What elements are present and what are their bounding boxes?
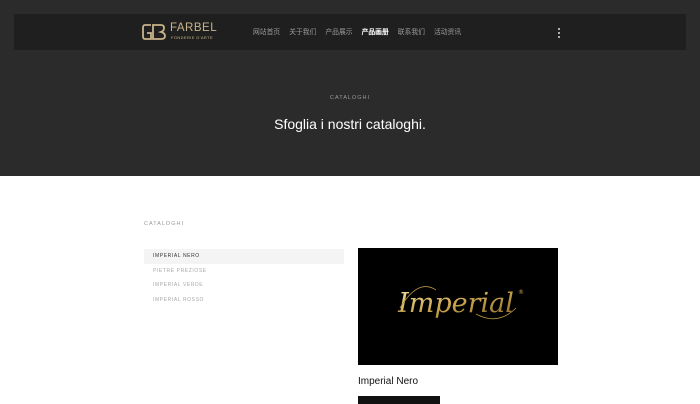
catalog-cover-art: Imperial ® [397, 286, 524, 320]
nav-item-about[interactable]: 关于我们 [289, 28, 316, 38]
catalog-tab-imperial-nero[interactable]: IMPERIAL NERO [144, 249, 344, 264]
brand-tagline: FONDERIE D'ARTE [171, 35, 214, 40]
kebab-menu-icon[interactable] [556, 27, 562, 39]
catalog-title: Imperial Nero [358, 376, 419, 387]
nav-item-contact[interactable]: 联系我们 [398, 28, 425, 38]
main-nav: 网站首页 关于我们 产品展示 产品画册 联系我们 活动资讯 [253, 28, 461, 38]
brand-name: FARBEL [170, 22, 218, 34]
catalog-open-button[interactable] [358, 396, 440, 404]
catalog-cover-image[interactable]: Imperial ® [358, 248, 558, 365]
hero-title: Sfoglia i nostri cataloghi. [274, 116, 426, 132]
logo-monogram-icon [142, 24, 166, 40]
catalogs-section-label: CATALOGHI [144, 221, 184, 227]
catalog-cover-wordmark: Imperial [397, 288, 514, 319]
hero-banner: FARBEL FONDERIE D'ARTE 网站首页 关于我们 产品展示 产品… [0, 0, 700, 176]
catalog-tab-list: IMPERIAL NERO PIETRE PREZIOSE IMPERIAL V… [144, 249, 344, 307]
catalog-tab-imperial-rosso[interactable]: IMPERIAL ROSSO [144, 293, 344, 308]
nav-item-products[interactable]: 产品展示 [325, 28, 352, 38]
hero-eyebrow: CATALOGHI [330, 95, 370, 101]
registered-mark-icon: ® [518, 289, 524, 296]
nav-item-catalogs[interactable]: 产品画册 [362, 28, 389, 38]
catalog-tab-imperial-verde[interactable]: IMPERIAL VERDE [144, 278, 344, 293]
nav-item-news[interactable]: 活动资讯 [434, 28, 461, 38]
brand-logo[interactable]: FARBEL FONDERIE D'ARTE [142, 22, 222, 42]
nav-item-home[interactable]: 网站首页 [253, 28, 280, 38]
catalog-tab-pietre-preziose[interactable]: PIETRE PREZIOSE [144, 264, 344, 279]
